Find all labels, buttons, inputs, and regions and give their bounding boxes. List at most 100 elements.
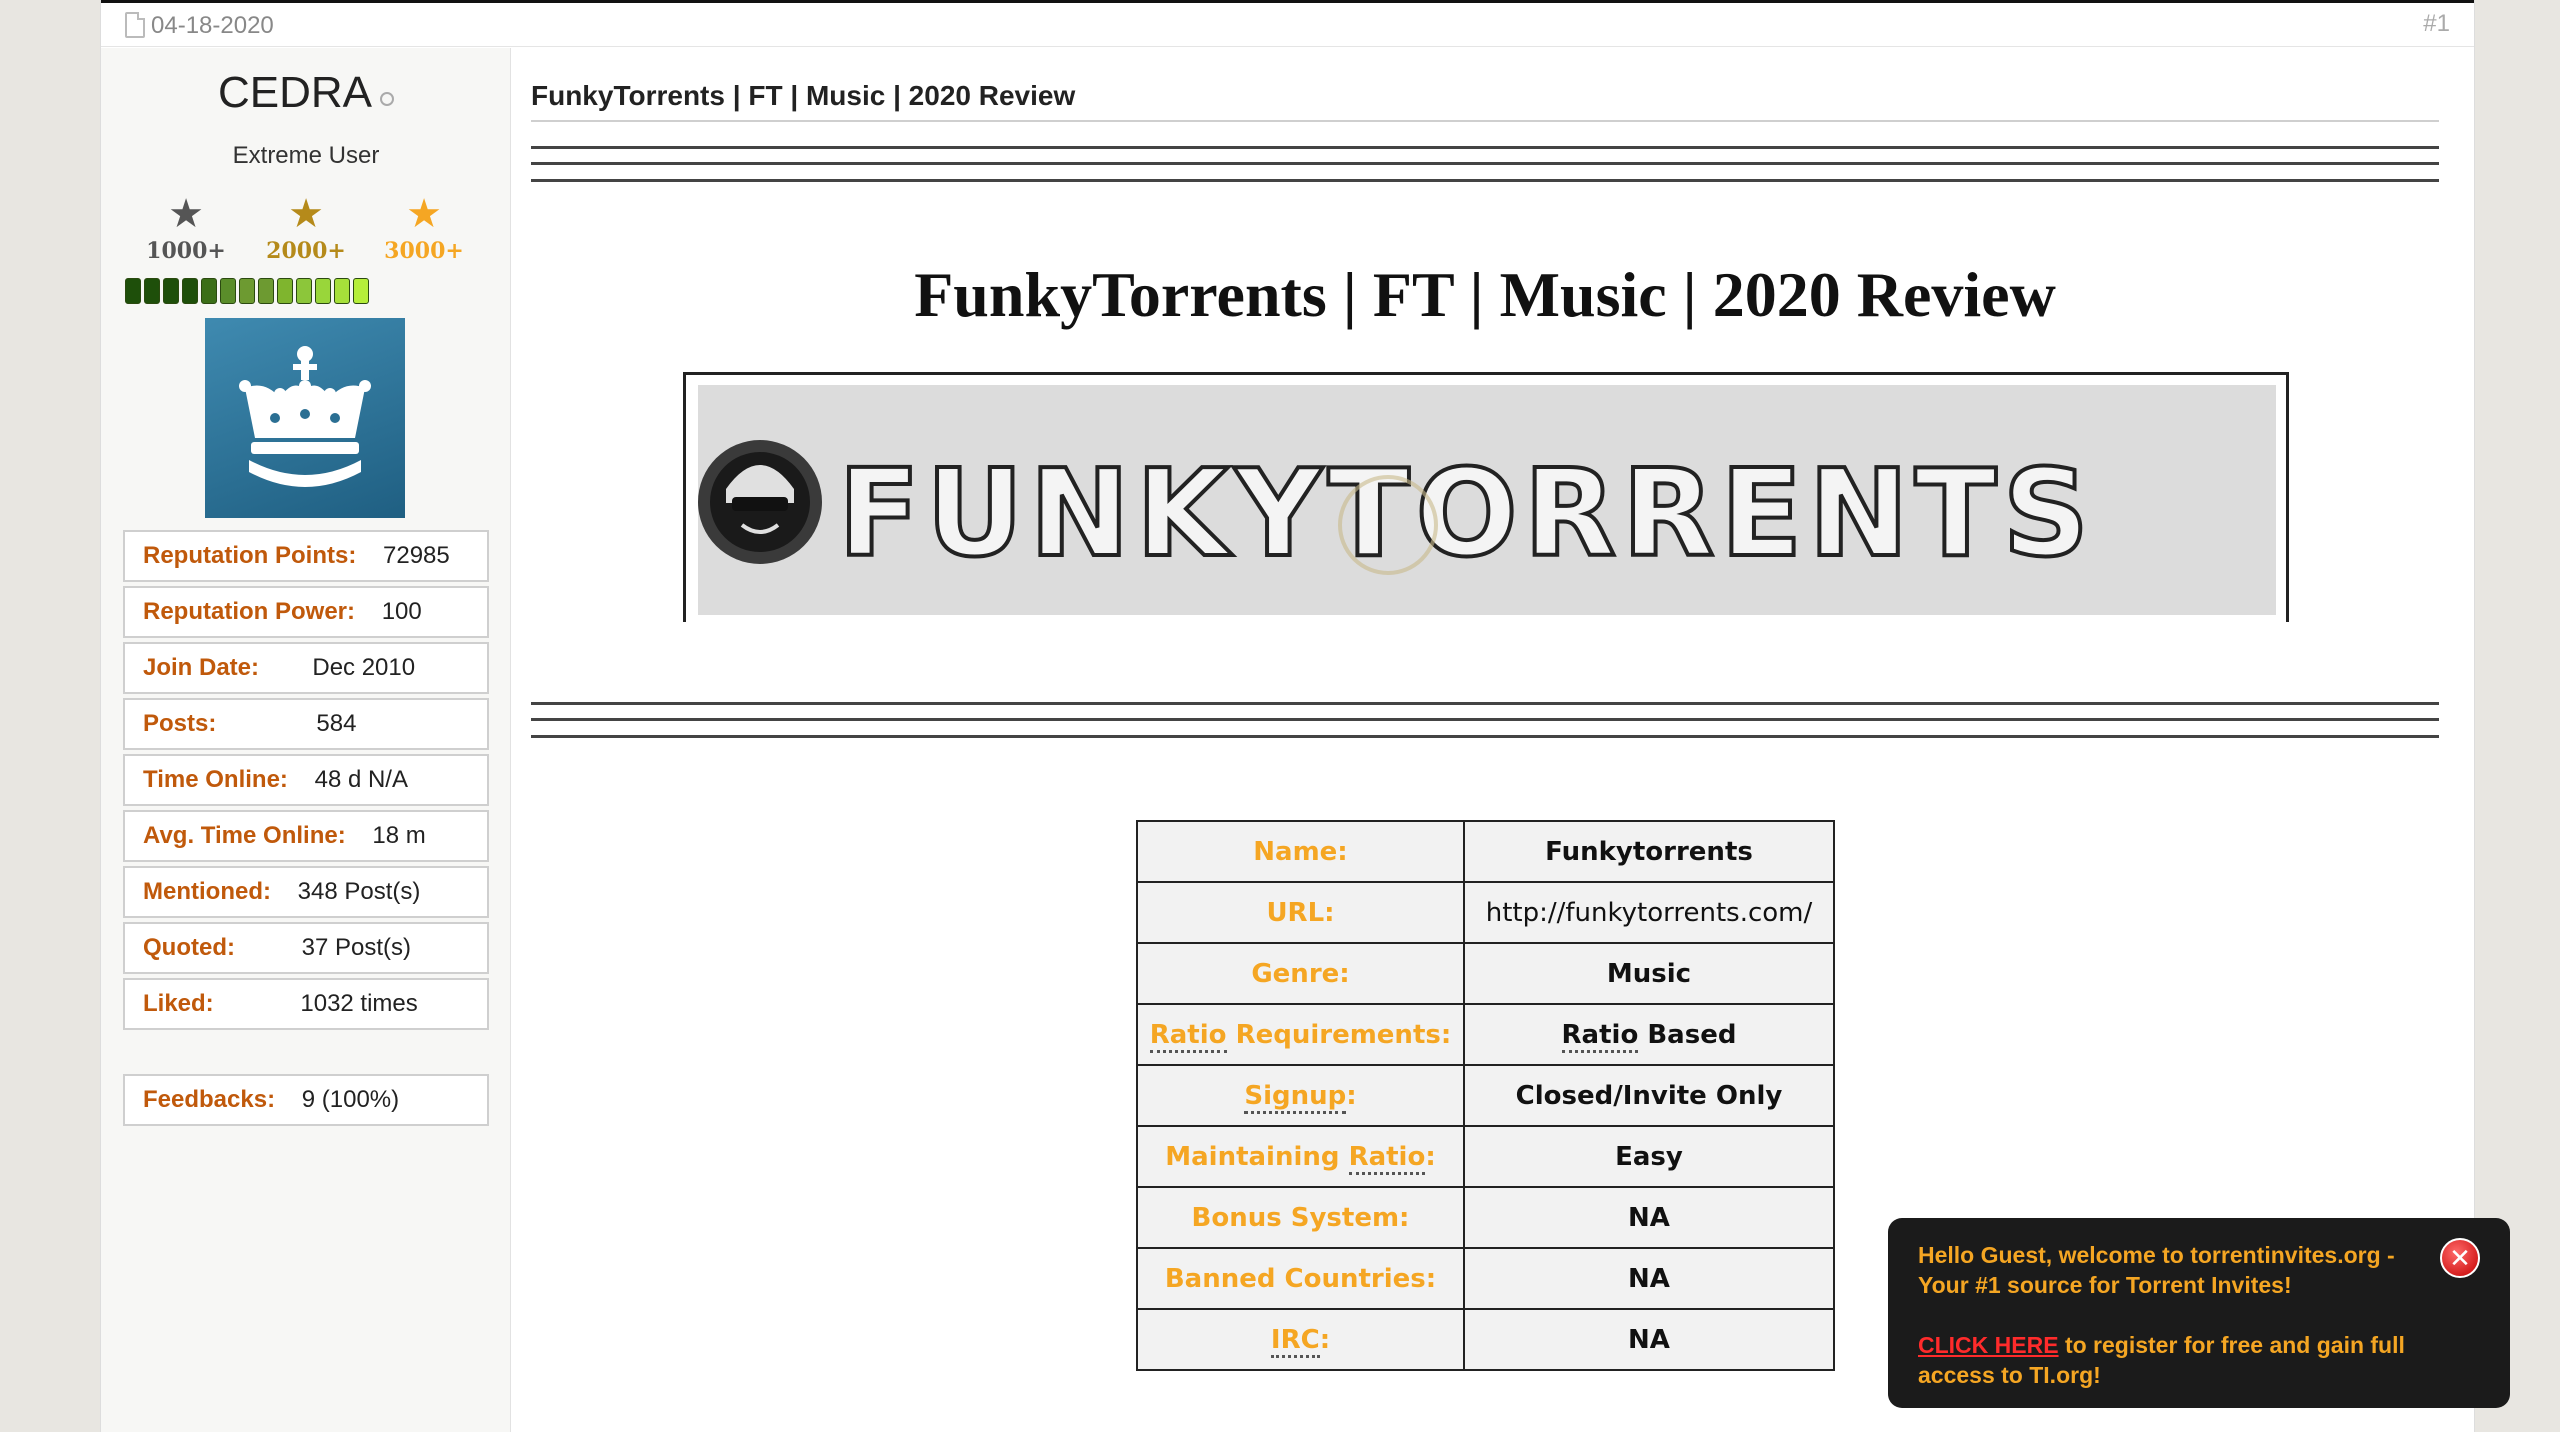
label-text: Requirements: (1226, 1019, 1452, 1050)
username-link[interactable]: CEDRA (218, 68, 372, 117)
table-row: Genre: Music (1136, 942, 1835, 1005)
rep-segment (201, 278, 217, 304)
guest-welcome-popup: Hello Guest, welcome to torrentinvites.o… (1888, 1218, 2510, 1408)
mentioned-row: Mentioned: 348 Post(s) (123, 866, 489, 918)
table-row: Bonus System: NA (1136, 1186, 1835, 1249)
posts-row: Posts: 584 (123, 698, 489, 750)
post-date: 04-18-2020 (151, 12, 274, 39)
row-label: URL: (1136, 881, 1465, 944)
info-value: 1032 times (300, 990, 418, 1017)
row-label: IRC: (1136, 1308, 1465, 1371)
ratio-glossary-link[interactable]: Ratio (1348, 1141, 1426, 1175)
rank-badge-3000: ★ 3000+ (369, 192, 479, 264)
username[interactable]: CEDRA (101, 68, 511, 118)
row-label: Banned Countries: (1136, 1247, 1465, 1310)
triple-rule-bottom (531, 702, 2439, 740)
info-label: Posts: (143, 710, 217, 737)
banner-frame: FUNKYTORRENTS (683, 372, 2289, 622)
info-value[interactable]: 9 (100%) (302, 1086, 399, 1113)
avg-time-online-row: Avg. Time Online: 18 m (123, 810, 489, 862)
info-label: Avg. Time Online: (143, 822, 346, 849)
row-label: Maintaining Ratio: (1136, 1125, 1465, 1188)
row-label: Bonus System: (1136, 1186, 1465, 1249)
rank-label: 2000+ (266, 238, 346, 264)
rep-segment (163, 278, 179, 304)
label-text: : (1319, 1324, 1331, 1355)
user-avatar[interactable] (205, 318, 405, 518)
funkytorrents-logo-icon: FUNKYTORRENTS (698, 440, 2095, 586)
rep-segment (277, 278, 293, 304)
triple-rule-top (531, 146, 2439, 184)
info-label: Time Online: (143, 766, 288, 793)
user-title: Extreme User (232, 142, 380, 169)
quoted-row: Quoted: 37 Post(s) (123, 922, 489, 974)
rep-segment (315, 278, 331, 304)
rank-label: 3000+ (384, 238, 464, 264)
post-header: 04-18-2020 #1 (101, 3, 2474, 47)
reputation-power-row: Reputation Power: 100 (123, 586, 489, 638)
info-label: Feedbacks: (143, 1086, 276, 1113)
row-label: Signup: (1136, 1064, 1465, 1127)
offline-status-icon (380, 92, 395, 107)
info-value: 584 (316, 710, 357, 737)
info-label: Mentioned: (143, 878, 271, 905)
row-label: Genre: (1136, 942, 1465, 1005)
info-label: Reputation Power: (143, 598, 356, 625)
reputation-bar (125, 278, 369, 304)
table-row: IRC: NA (1136, 1308, 1835, 1371)
row-value: Closed/Invite Only (1463, 1064, 1835, 1127)
row-value: Funkytorrents (1463, 820, 1835, 883)
table-row: Ratio Requirements: Ratio Based (1136, 1003, 1835, 1066)
row-value: NA (1463, 1186, 1835, 1249)
row-value: Ratio Based (1463, 1003, 1835, 1066)
label-text: : (1346, 1080, 1357, 1111)
crown-icon (239, 346, 371, 487)
url-link[interactable]: http://funkytorrents.com/ (1463, 881, 1835, 944)
rep-segment (182, 278, 198, 304)
table-row: Signup: Closed/Invite Only (1136, 1064, 1835, 1127)
rep-segment (258, 278, 274, 304)
table-row: Name: Funkytorrents (1136, 820, 1835, 883)
liked-row: Liked: 1032 times (123, 978, 489, 1030)
rank-badge-1000: ★ 1000+ (131, 192, 241, 264)
info-value: 18 m (372, 822, 426, 849)
label-text: : (1425, 1141, 1436, 1172)
value-text: Based (1638, 1019, 1737, 1050)
irc-glossary-link[interactable]: IRC (1270, 1324, 1320, 1358)
signup-glossary-link[interactable]: Signup (1244, 1080, 1347, 1114)
document-icon (125, 12, 145, 38)
rep-segment (144, 278, 160, 304)
info-label: Reputation Points: (143, 542, 357, 569)
ratio-glossary-link[interactable]: Ratio (1149, 1019, 1227, 1053)
row-value: Music (1463, 942, 1835, 1005)
rep-segment (353, 278, 369, 304)
ratio-glossary-link[interactable]: Ratio (1561, 1019, 1639, 1053)
time-online-row: Time Online: 48 d N/A (123, 754, 489, 806)
popup-welcome-text: Hello Guest, welcome to torrentinvites.o… (1918, 1242, 2395, 1298)
info-value: 72985 (383, 542, 450, 569)
info-value[interactable]: 37 Post(s) (302, 934, 411, 961)
site-banner-image: FUNKYTORRENTS (698, 385, 2276, 615)
reputation-points-row: Reputation Points: 72985 (123, 530, 489, 582)
close-icon[interactable]: ✕ (2440, 1238, 2480, 1278)
row-label: Name: (1136, 820, 1465, 883)
join-date-row: Join Date: Dec 2010 (123, 642, 489, 694)
info-value[interactable]: 348 Post(s) (298, 878, 421, 905)
tracker-info-table: Name: Funkytorrents URL: http://funkytor… (1136, 820, 1835, 1371)
rep-segment (239, 278, 255, 304)
title-divider (531, 120, 2439, 122)
rank-label: 1000+ (146, 238, 226, 264)
rep-segment (125, 278, 141, 304)
info-label: Quoted: (143, 934, 235, 961)
post-number-link[interactable]: #1 (2423, 10, 2450, 38)
rep-segment (334, 278, 350, 304)
info-label: Liked: (143, 990, 214, 1017)
table-row: Maintaining Ratio: Easy (1136, 1125, 1835, 1188)
rep-segment (296, 278, 312, 304)
info-value: 100 (381, 598, 422, 625)
banner-logo-text: FUNKYTORRENTS (838, 445, 2095, 584)
info-label: Join Date: (143, 654, 260, 681)
info-value: Dec 2010 (312, 654, 416, 681)
click-here-link[interactable]: CLICK HERE (1918, 1332, 2059, 1358)
review-heading: FunkyTorrents | FT | Music | 2020 Review (914, 259, 2056, 330)
